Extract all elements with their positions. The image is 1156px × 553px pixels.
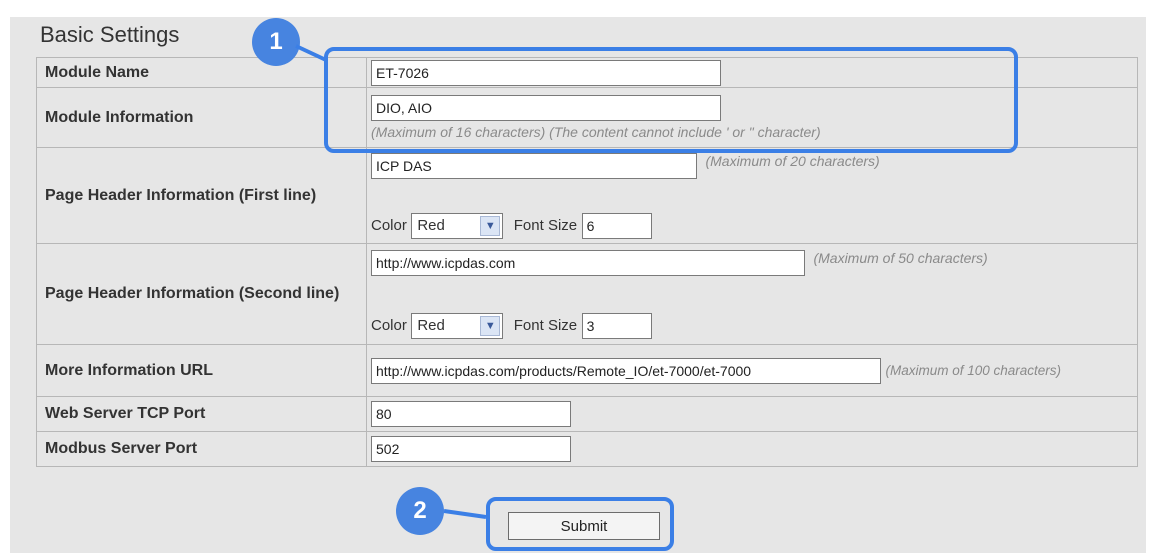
header2-input[interactable]	[371, 249, 805, 276]
highlight-box-2	[486, 497, 674, 551]
header2-hint: (Maximum of 50 characters)	[813, 249, 988, 266]
web-port-cell	[366, 396, 1138, 432]
callout-badge-2: 2	[396, 487, 444, 535]
row-header-first: Page Header Information (First line) (Ma…	[36, 147, 1138, 244]
more-info-url-cell: (Maximum of 100 characters)	[366, 344, 1138, 397]
modbus-port-input[interactable]	[371, 436, 571, 462]
more-info-url-input[interactable]	[371, 357, 881, 384]
highlight-box-1	[324, 47, 1018, 153]
row-header-second: Page Header Information (Second line) (M…	[36, 243, 1138, 345]
modbus-port-cell	[366, 431, 1138, 467]
header1-color-label: Color	[371, 216, 407, 234]
header1-cell: (Maximum of 20 characters) Color Red ▼ F…	[366, 147, 1138, 244]
header2-color-select[interactable]: Red ▼	[411, 312, 504, 339]
more-info-url-label: More Information URL	[36, 344, 367, 397]
header2-color-value: Red	[417, 316, 445, 334]
header2-font-size-input[interactable]	[581, 312, 652, 339]
row-modbus-port: Modbus Server Port	[36, 431, 1138, 467]
callout-badge-1: 1	[252, 18, 300, 66]
header1-font-size-input[interactable]	[581, 212, 652, 239]
header1-color-select[interactable]: Red ▼	[411, 212, 504, 239]
chevron-down-icon[interactable]: ▼	[480, 315, 501, 336]
header2-label: Page Header Information (Second line)	[36, 243, 367, 345]
header2-font-size-label: Font Size	[513, 316, 578, 334]
header1-hint: (Maximum of 20 characters)	[705, 152, 880, 169]
section-title: Basic Settings	[40, 22, 180, 47]
header1-color-value: Red	[417, 216, 445, 234]
header1-input[interactable]	[371, 152, 697, 179]
module-name-label: Module Name	[36, 57, 367, 88]
web-port-input[interactable]	[371, 401, 571, 427]
web-port-label: Web Server TCP Port	[36, 396, 367, 432]
header2-cell: (Maximum of 50 characters) Color Red ▼ F…	[366, 243, 1138, 345]
module-info-label: Module Information	[36, 87, 367, 148]
header1-font-size-label: Font Size	[513, 216, 578, 234]
row-web-port: Web Server TCP Port	[36, 396, 1138, 432]
header2-color-label: Color	[371, 316, 407, 334]
header1-label: Page Header Information (First line)	[36, 147, 367, 244]
more-info-url-hint: (Maximum of 100 characters)	[885, 362, 1062, 378]
chevron-down-icon[interactable]: ▼	[480, 215, 501, 236]
row-more-info-url: More Information URL (Maximum of 100 cha…	[36, 344, 1138, 397]
modbus-port-label: Modbus Server Port	[36, 431, 367, 467]
